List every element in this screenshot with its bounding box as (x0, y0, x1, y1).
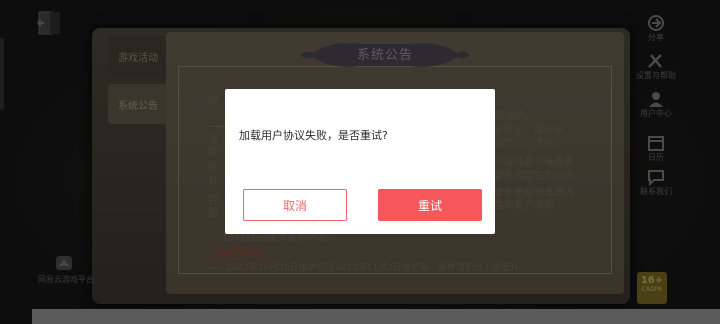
retry-dialog: 加载用户协议失败，是否重试? 取消 重试 (225, 89, 495, 234)
dialog-message: 加载用户协议失败，是否重试? (239, 129, 388, 142)
cancel-button[interactable]: 取消 (243, 189, 347, 221)
retry-button[interactable]: 重试 (378, 189, 482, 221)
